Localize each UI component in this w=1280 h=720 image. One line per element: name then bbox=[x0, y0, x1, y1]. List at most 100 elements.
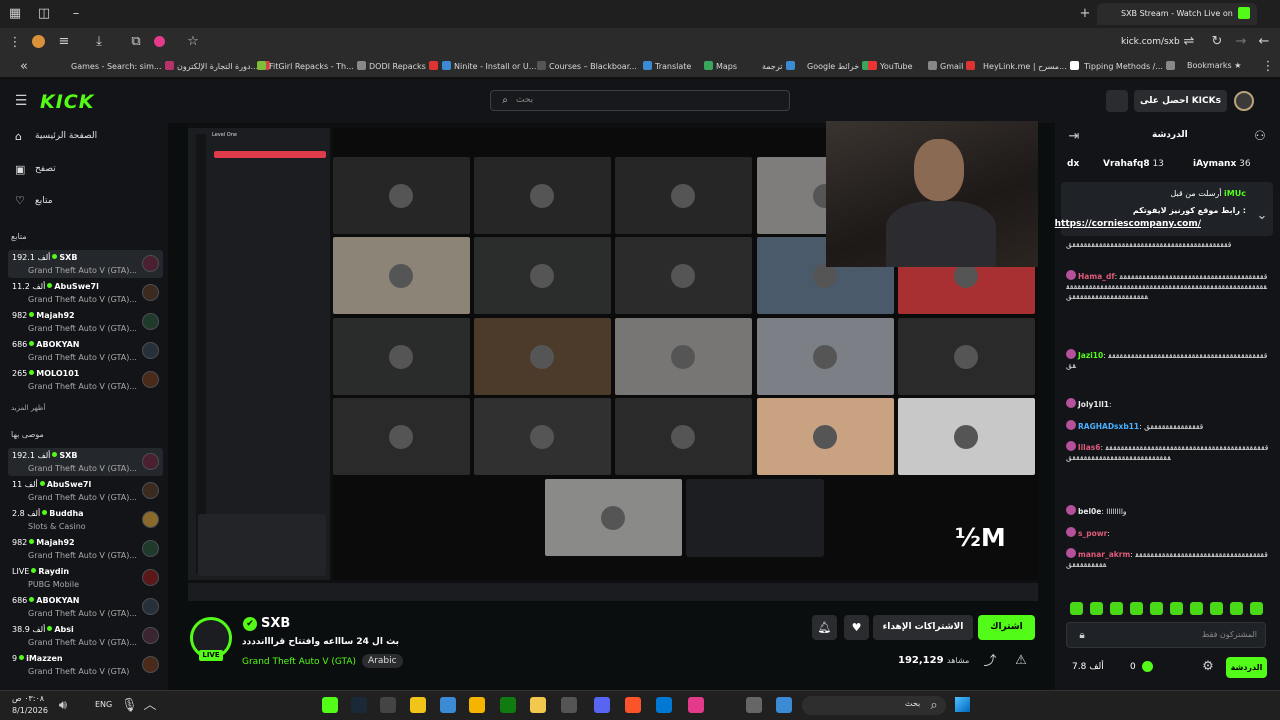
taskbar-app-icon[interactable] bbox=[746, 697, 762, 713]
language-indicator[interactable]: ENG bbox=[95, 700, 112, 709]
show-more-link[interactable]: أظهر المزيد bbox=[11, 404, 45, 412]
tab-list-icon[interactable]: ◫ bbox=[36, 7, 52, 21]
sidebar-channel[interactable]: 2.8 ألف Buddha Slots & Casino bbox=[8, 506, 163, 534]
share-icon[interactable]: ⤴ bbox=[982, 655, 998, 669]
bookmark-item[interactable]: Ninite - Install or U... bbox=[442, 61, 536, 71]
sidebar-channel[interactable]: 982 Majah92 Grand Theft Auto V (GTA)... bbox=[8, 308, 163, 336]
new-tab-icon[interactable]: + bbox=[1077, 7, 1093, 21]
extension-badge-icon[interactable] bbox=[154, 36, 165, 47]
points-icon[interactable] bbox=[1142, 661, 1153, 672]
chat-input[interactable]: المشتركون فقط bbox=[1066, 622, 1266, 648]
user-avatar[interactable] bbox=[1234, 91, 1254, 111]
site-info-icon[interactable]: ⇌ bbox=[1181, 35, 1197, 49]
collapse-chat-icon[interactable]: ⇥ bbox=[1066, 130, 1082, 144]
sidebar-channel[interactable]: 38.9 ألف Absi Grand Theft Auto V (GTA)... bbox=[8, 622, 163, 650]
chat-username[interactable]: bel0e bbox=[1078, 507, 1101, 516]
bookmarks-expand-icon[interactable]: « bbox=[16, 60, 32, 74]
sidebar-channel[interactable]: 686 ABOKYAN Grand Theft Auto V (GTA)... bbox=[8, 593, 163, 621]
taskbar-search-input[interactable] bbox=[802, 696, 946, 715]
emote-icon[interactable] bbox=[1090, 602, 1103, 615]
subscribe-button[interactable]: اشتراك bbox=[978, 615, 1035, 640]
taskbar-app-icon[interactable] bbox=[440, 697, 456, 713]
taskbar-app-icon[interactable] bbox=[688, 697, 704, 713]
app-menu-icon[interactable]: ▦ bbox=[7, 7, 23, 21]
language-tag[interactable]: Arabic bbox=[362, 654, 403, 668]
bookmark-item[interactable]: Google خرائط bbox=[807, 61, 874, 71]
sidebar-channel[interactable]: LIVE Raydin PUBG Mobile bbox=[8, 564, 163, 592]
clock-date[interactable]: 8/1/2026 bbox=[12, 706, 48, 715]
emote-icon[interactable] bbox=[1230, 602, 1243, 615]
chat-username[interactable]: Joly1ll1 bbox=[1078, 400, 1109, 409]
address-bar[interactable]: kick.com/sxb bbox=[1121, 37, 1180, 47]
bookmark-star-icon[interactable]: ☆ bbox=[185, 35, 201, 49]
microphone-icon[interactable]: 🎙︎ bbox=[121, 699, 138, 713]
top-gifter[interactable]: iAymanx 36 bbox=[1193, 159, 1251, 169]
back-icon[interactable]: ← bbox=[1256, 35, 1272, 49]
taskbar-app-icon[interactable] bbox=[469, 697, 485, 713]
bookmarks-more-icon[interactable]: ⋮ bbox=[1260, 60, 1276, 74]
chat-username[interactable]: s_powr bbox=[1078, 529, 1107, 538]
sidebar-channel[interactable]: 11 ألف AbuSwe7l Grand Theft Auto V (GTA)..… bbox=[8, 477, 163, 505]
sidebar-channel[interactable]: 9 iMazzen Grand Theft Auto V (GTA) bbox=[8, 651, 163, 679]
emote-icon[interactable] bbox=[1170, 602, 1183, 615]
bookmark-item[interactable]: HeyLink.me | مسرح... bbox=[983, 61, 1082, 71]
bookmark-item[interactable]: FitGirl Repacks - Th... bbox=[257, 61, 354, 71]
chat-username[interactable]: Jazi10 bbox=[1078, 351, 1103, 360]
taskbar-app-icon[interactable] bbox=[594, 697, 610, 713]
sidebar-channel[interactable]: 265 MOLO101 Grand Theft Auto V (GTA)... bbox=[8, 366, 163, 394]
sidebar-channel[interactable]: 686 ABOKYAN Grand Theft Auto V (GTA)... bbox=[8, 337, 163, 365]
reading-list-icon[interactable]: ≡ bbox=[56, 35, 72, 49]
chat-username[interactable]: Hama_df bbox=[1078, 272, 1115, 281]
taskbar-app-icon[interactable] bbox=[351, 697, 367, 713]
taskbar-app-icon[interactable] bbox=[656, 697, 672, 713]
sidebar-channel[interactable]: 192.1 ألف SXB Grand Theft Auto V (GTA)... bbox=[8, 448, 163, 476]
bookmark-item[interactable]: DODI Repacks bbox=[357, 61, 441, 71]
bookmark-item[interactable]: Gmail bbox=[928, 61, 978, 71]
search-input[interactable]: بحث bbox=[490, 90, 790, 111]
nav-following[interactable]: متابع bbox=[35, 196, 53, 206]
notification-bell-icon[interactable]: 🔔︎ bbox=[812, 615, 837, 640]
pinned-link[interactable]: https://corniescompany.com/ bbox=[1055, 219, 1201, 229]
streamer-name[interactable]: SXB bbox=[261, 616, 290, 631]
taskbar-app-icon[interactable] bbox=[561, 697, 577, 713]
bookmark-item[interactable]: Tipping Methods /... bbox=[1084, 61, 1178, 71]
expand-pinned-icon[interactable]: ⌄ bbox=[1254, 209, 1270, 223]
clock-time[interactable]: ٠٣:٠٨ ص bbox=[12, 694, 44, 703]
taskbar-app-icon[interactable] bbox=[380, 697, 396, 713]
chat-username[interactable]: lilas6 bbox=[1078, 443, 1100, 452]
stream-category[interactable]: Grand Theft Auto V (GTA) bbox=[242, 657, 356, 667]
taskbar-app-icon[interactable] bbox=[410, 697, 426, 713]
nav-browse[interactable]: تصفح bbox=[35, 164, 56, 174]
sidebar-channel[interactable]: 192.1 ألف SXB Grand Theft Auto V (GTA)... bbox=[8, 250, 163, 278]
taskbar-app-icon[interactable] bbox=[530, 697, 546, 713]
forward-icon[interactable]: → bbox=[1233, 35, 1249, 49]
bookmarks-folder[interactable]: Bookmarks ★ bbox=[1187, 61, 1241, 70]
more-icon[interactable]: ⋮ bbox=[7, 36, 23, 50]
windows-start-icon[interactable] bbox=[955, 697, 970, 712]
hamburger-menu-icon[interactable]: ☰ bbox=[13, 94, 29, 108]
settings-gear-icon[interactable]: ⚙ bbox=[1200, 660, 1216, 674]
nav-home[interactable]: الصفحة الرئيسية bbox=[35, 131, 97, 141]
bookmark-item[interactable]: Courses – Blackboar... bbox=[537, 61, 637, 71]
sidebar-channel[interactable]: 982 Majah92 Grand Theft Auto V (GTA)... bbox=[8, 535, 163, 563]
get-kicks-button[interactable]: احصل على KICKs bbox=[1134, 90, 1227, 112]
minimize-icon[interactable]: – bbox=[68, 7, 84, 21]
send-chat-button[interactable]: الدردشة bbox=[1226, 657, 1267, 678]
top-gifter[interactable]: dx bbox=[1067, 159, 1079, 169]
gift-subs-button[interactable]: الاشتراكات الإهداء bbox=[873, 615, 973, 640]
bookmark-item[interactable]: YouTube bbox=[868, 61, 913, 71]
tray-expand-icon[interactable]: ︿ bbox=[142, 699, 158, 713]
store-icon[interactable] bbox=[1106, 90, 1128, 112]
emote-icon[interactable] bbox=[1190, 602, 1203, 615]
chat-username[interactable]: RAGHADsxb11 bbox=[1078, 422, 1139, 431]
bookmark-item[interactable]: Games - Search: sim... bbox=[71, 61, 177, 71]
emote-icon[interactable] bbox=[1150, 602, 1163, 615]
taskbar-app-icon[interactable] bbox=[776, 697, 792, 713]
emote-icon[interactable] bbox=[1210, 602, 1223, 615]
reload-icon[interactable]: ↻ bbox=[1209, 35, 1225, 49]
emote-icon[interactable] bbox=[1070, 602, 1083, 615]
sidebar-channel[interactable]: 11.2 ألف AbuSwe7l Grand Theft Auto V (GTA)… bbox=[8, 279, 163, 307]
follow-heart-icon[interactable]: ♥ bbox=[844, 615, 869, 640]
bookmark-item[interactable]: Translate bbox=[643, 61, 691, 71]
top-gifter[interactable]: Vrahafq8 13 bbox=[1103, 159, 1164, 169]
